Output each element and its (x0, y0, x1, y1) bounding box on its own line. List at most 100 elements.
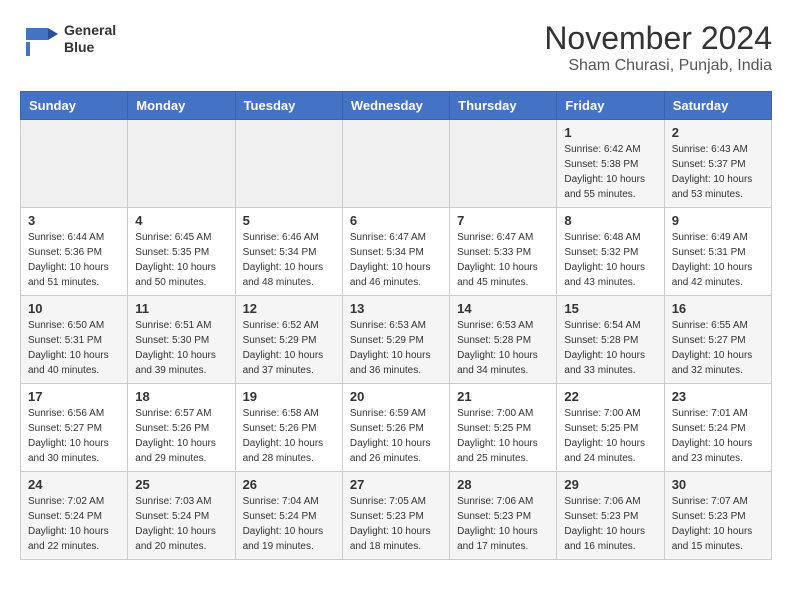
day-info: Sunrise: 6:56 AM Sunset: 5:27 PM Dayligh… (28, 406, 120, 466)
calendar-week-row: 3 Sunrise: 6:44 AM Sunset: 5:36 PM Daylig… (21, 208, 772, 296)
calendar-subtitle: Sham Churasi, Punjab, India (544, 57, 772, 75)
calendar-cell: 2Sunrise: 6:43 AM Sunset: 5:37 PM Daylig… (664, 120, 771, 208)
calendar-cell (128, 120, 235, 208)
calendar-cell: 17 Sunrise: 6:56 AM Sunset: 5:27 PM Dayli… (21, 384, 128, 472)
day-info: Sunrise: 7:06 AM Sunset: 5:23 PM Dayligh… (564, 494, 656, 554)
weekday-header-thursday: Thursday (450, 92, 557, 120)
calendar-cell: 7Sunrise: 6:47 AM Sunset: 5:33 PM Daylig… (450, 208, 557, 296)
calendar-cell: 22 Sunrise: 7:00 AM Sunset: 5:25 PM Dayli… (557, 384, 664, 472)
day-number: 1 (564, 125, 656, 140)
calendar-cell: 19Sunrise: 6:58 AM Sunset: 5:26 PM Dayli… (235, 384, 342, 472)
day-info: Sunrise: 6:49 AM Sunset: 5:31 PM Dayligh… (672, 230, 764, 290)
day-number: 19 (243, 389, 335, 404)
day-info: Sunrise: 6:45 AM Sunset: 5:35 PM Dayligh… (135, 230, 227, 290)
calendar-title: November 2024 (544, 20, 772, 57)
day-number: 12 (243, 301, 335, 316)
day-info: Sunrise: 7:02 AM Sunset: 5:24 PM Dayligh… (28, 494, 120, 554)
calendar-cell: 4 Sunrise: 6:45 AM Sunset: 5:35 PM Daylig… (128, 208, 235, 296)
day-info: Sunrise: 6:53 AM Sunset: 5:29 PM Dayligh… (350, 318, 442, 378)
day-info: Sunrise: 7:03 AM Sunset: 5:24 PM Dayligh… (135, 494, 227, 554)
day-info: Sunrise: 7:07 AM Sunset: 5:23 PM Dayligh… (672, 494, 764, 554)
day-info: Sunrise: 6:52 AM Sunset: 5:29 PM Dayligh… (243, 318, 335, 378)
calendar-cell: 11Sunrise: 6:51 AM Sunset: 5:30 PM Dayli… (128, 296, 235, 384)
calendar-cell: 1Sunrise: 6:42 AM Sunset: 5:38 PM Daylig… (557, 120, 664, 208)
calendar-body: 1Sunrise: 6:42 AM Sunset: 5:38 PM Daylig… (21, 120, 772, 560)
weekday-header-monday: Monday (128, 92, 235, 120)
logo-line2: Blue (64, 39, 116, 56)
weekday-header-friday: Friday (557, 92, 664, 120)
calendar-week-row: 10Sunrise: 6:50 AM Sunset: 5:31 PM Dayli… (21, 296, 772, 384)
day-number: 18 (135, 389, 227, 404)
logo: General Blue (20, 20, 116, 58)
calendar-week-row: 17 Sunrise: 6:56 AM Sunset: 5:27 PM Dayli… (21, 384, 772, 472)
day-info: Sunrise: 7:00 AM Sunset: 5:25 PM Dayligh… (564, 406, 656, 466)
calendar-cell: 24Sunrise: 7:02 AM Sunset: 5:24 PM Dayli… (21, 472, 128, 560)
logo-text: General Blue (64, 22, 116, 56)
day-number: 29 (564, 477, 656, 492)
calendar-cell: 14Sunrise: 6:53 AM Sunset: 5:28 PM Dayli… (450, 296, 557, 384)
calendar-cell: 23 Sunrise: 7:01 AM Sunset: 5:24 PM Dayli… (664, 384, 771, 472)
calendar-cell: 28Sunrise: 7:06 AM Sunset: 5:23 PM Dayli… (450, 472, 557, 560)
calendar-cell: 21 Sunrise: 7:00 AM Sunset: 5:25 PM Dayli… (450, 384, 557, 472)
calendar-cell: 15 Sunrise: 6:54 AM Sunset: 5:28 PM Dayli… (557, 296, 664, 384)
day-info: Sunrise: 6:44 AM Sunset: 5:36 PM Dayligh… (28, 230, 120, 290)
day-number: 16 (672, 301, 764, 316)
calendar-cell: 25Sunrise: 7:03 AM Sunset: 5:24 PM Dayli… (128, 472, 235, 560)
day-info: Sunrise: 6:54 AM Sunset: 5:28 PM Dayligh… (564, 318, 656, 378)
calendar-cell: 18Sunrise: 6:57 AM Sunset: 5:26 PM Dayli… (128, 384, 235, 472)
day-number: 15 (564, 301, 656, 316)
calendar-week-row: 1Sunrise: 6:42 AM Sunset: 5:38 PM Daylig… (21, 120, 772, 208)
calendar-cell (21, 120, 128, 208)
calendar-cell (450, 120, 557, 208)
day-number: 6 (350, 213, 442, 228)
day-number: 3 (28, 213, 120, 228)
day-info: Sunrise: 6:47 AM Sunset: 5:33 PM Dayligh… (457, 230, 549, 290)
calendar-cell: 29 Sunrise: 7:06 AM Sunset: 5:23 PM Dayli… (557, 472, 664, 560)
day-number: 23 (672, 389, 764, 404)
calendar-cell: 8 Sunrise: 6:48 AM Sunset: 5:32 PM Daylig… (557, 208, 664, 296)
calendar-cell: 10Sunrise: 6:50 AM Sunset: 5:31 PM Dayli… (21, 296, 128, 384)
calendar-cell: 27 Sunrise: 7:05 AM Sunset: 5:23 PM Dayli… (342, 472, 449, 560)
day-number: 5 (243, 213, 335, 228)
day-number: 21 (457, 389, 549, 404)
calendar-header: SundayMondayTuesdayWednesdayThursdayFrid… (21, 92, 772, 120)
page-header: General Blue November 2024 Sham Churasi,… (20, 20, 772, 75)
logo-icon (20, 20, 58, 58)
day-info: Sunrise: 6:48 AM Sunset: 5:32 PM Dayligh… (564, 230, 656, 290)
calendar-cell: 26 Sunrise: 7:04 AM Sunset: 5:24 PM Dayli… (235, 472, 342, 560)
logo-line1: General (64, 22, 116, 39)
day-number: 26 (243, 477, 335, 492)
day-info: Sunrise: 6:55 AM Sunset: 5:27 PM Dayligh… (672, 318, 764, 378)
day-info: Sunrise: 7:00 AM Sunset: 5:25 PM Dayligh… (457, 406, 549, 466)
day-info: Sunrise: 7:05 AM Sunset: 5:23 PM Dayligh… (350, 494, 442, 554)
calendar-cell (342, 120, 449, 208)
day-info: Sunrise: 7:01 AM Sunset: 5:24 PM Dayligh… (672, 406, 764, 466)
calendar-cell (235, 120, 342, 208)
day-number: 8 (564, 213, 656, 228)
calendar-cell: 5Sunrise: 6:46 AM Sunset: 5:34 PM Daylig… (235, 208, 342, 296)
day-number: 4 (135, 213, 227, 228)
calendar-cell: 9 Sunrise: 6:49 AM Sunset: 5:31 PM Daylig… (664, 208, 771, 296)
day-number: 14 (457, 301, 549, 316)
calendar-cell: 30Sunrise: 7:07 AM Sunset: 5:23 PM Dayli… (664, 472, 771, 560)
title-block: November 2024 Sham Churasi, Punjab, Indi… (544, 20, 772, 75)
day-info: Sunrise: 6:51 AM Sunset: 5:30 PM Dayligh… (135, 318, 227, 378)
day-info: Sunrise: 7:04 AM Sunset: 5:24 PM Dayligh… (243, 494, 335, 554)
calendar-cell: 16 Sunrise: 6:55 AM Sunset: 5:27 PM Dayli… (664, 296, 771, 384)
day-number: 20 (350, 389, 442, 404)
day-number: 13 (350, 301, 442, 316)
calendar-cell: 6 Sunrise: 6:47 AM Sunset: 5:34 PM Daylig… (342, 208, 449, 296)
weekday-header-wednesday: Wednesday (342, 92, 449, 120)
day-info: Sunrise: 7:06 AM Sunset: 5:23 PM Dayligh… (457, 494, 549, 554)
calendar-table: SundayMondayTuesdayWednesdayThursdayFrid… (20, 91, 772, 560)
day-info: Sunrise: 6:59 AM Sunset: 5:26 PM Dayligh… (350, 406, 442, 466)
calendar-cell: 20 Sunrise: 6:59 AM Sunset: 5:26 PM Dayli… (342, 384, 449, 472)
day-number: 9 (672, 213, 764, 228)
day-info: Sunrise: 6:43 AM Sunset: 5:37 PM Dayligh… (672, 142, 764, 202)
day-number: 17 (28, 389, 120, 404)
weekday-header-sunday: Sunday (21, 92, 128, 120)
day-number: 22 (564, 389, 656, 404)
day-info: Sunrise: 6:47 AM Sunset: 5:34 PM Dayligh… (350, 230, 442, 290)
day-number: 27 (350, 477, 442, 492)
day-info: Sunrise: 6:50 AM Sunset: 5:31 PM Dayligh… (28, 318, 120, 378)
